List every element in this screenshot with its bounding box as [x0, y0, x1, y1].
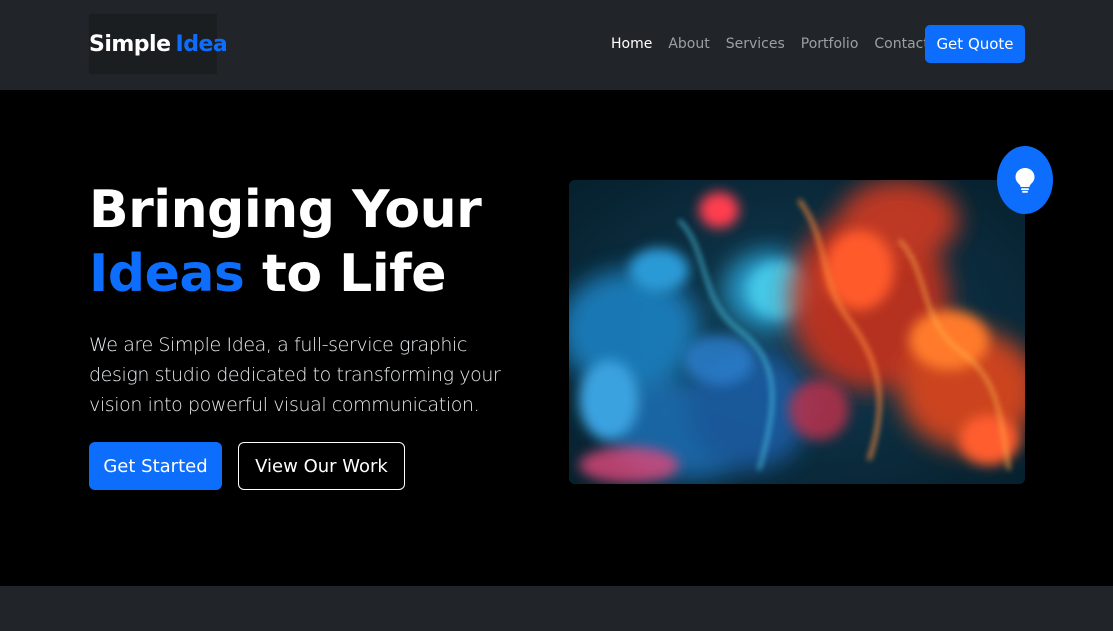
lightbulb-icon: [1015, 168, 1035, 193]
navbar: Simple Idea Home About Services Portfolio…: [0, 0, 1113, 90]
brand-logo[interactable]: Simple Idea: [89, 14, 228, 74]
lightbulb-badge: [997, 146, 1053, 214]
view-our-work-button[interactable]: View Our Work: [238, 442, 405, 490]
hero-description: We are Simple Idea, a full-service graph…: [89, 334, 501, 416]
abstract-ink-image: [569, 180, 1025, 484]
hero-title-rest: to Life: [262, 244, 447, 304]
next-section-strip: [0, 586, 1113, 631]
get-quote-button[interactable]: Get Quote: [925, 25, 1025, 63]
get-started-button[interactable]: Get Started: [89, 442, 222, 490]
nav-link-portfolio[interactable]: Portfolio: [793, 35, 867, 53]
nav-link-services[interactable]: Services: [718, 35, 793, 53]
hero-title: Bringing Your Ideas to Life: [89, 178, 482, 306]
nav-link-about[interactable]: About: [660, 35, 717, 53]
hero-image: [569, 180, 1025, 484]
nav-links: Home About Services Portfolio Contact: [603, 35, 937, 53]
brand-accent: Idea: [175, 31, 228, 57]
hero-title-line1: Bringing Your: [89, 180, 482, 240]
brand-name: Simple: [89, 31, 171, 57]
hero-title-accent: Ideas: [89, 244, 245, 304]
nav-link-home[interactable]: Home: [603, 35, 660, 53]
